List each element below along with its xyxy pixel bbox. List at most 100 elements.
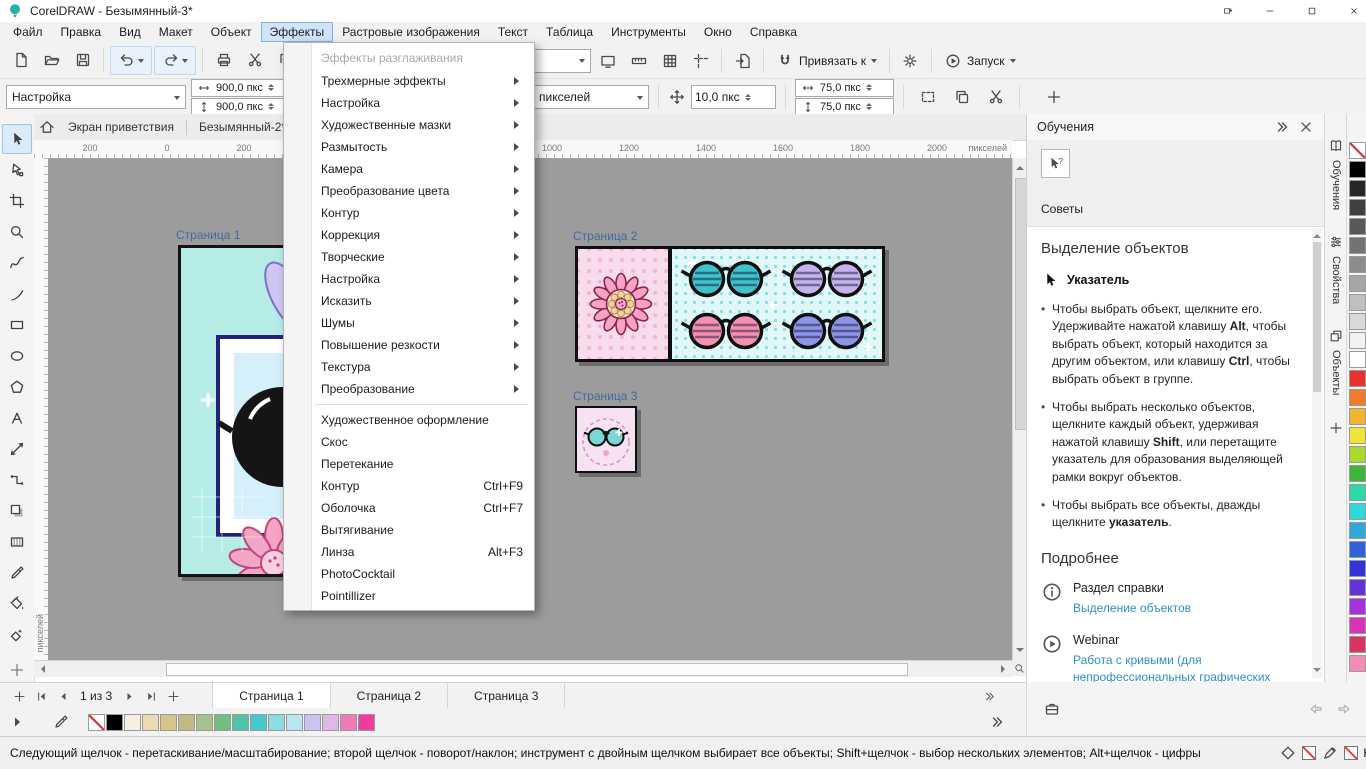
- doc-color-15[interactable]: [358, 714, 375, 731]
- palette-color-10[interactable]: [1349, 332, 1366, 349]
- fullscreen-preview-button[interactable]: [593, 46, 622, 75]
- effects-submenu-11[interactable]: Исказить: [285, 290, 533, 312]
- zoom-corner-button[interactable]: [1012, 660, 1026, 676]
- mirror-button[interactable]: [981, 83, 1010, 112]
- effects-submenu-15[interactable]: Преобразование: [285, 378, 533, 400]
- palette-color-19[interactable]: [1349, 503, 1366, 520]
- doc-color-12[interactable]: [304, 714, 321, 731]
- show-guidelines-button[interactable]: [686, 46, 715, 75]
- doc-color-1[interactable]: [106, 714, 123, 731]
- effects-submenu-13[interactable]: Повышение резкости: [285, 334, 533, 356]
- effects-command-9[interactable]: Pointillizer: [285, 585, 533, 607]
- ellipse-tool[interactable]: [2, 341, 32, 371]
- effects-submenu-6[interactable]: Преобразование цвета: [285, 180, 533, 202]
- text-tool[interactable]: [2, 403, 32, 433]
- eyedropper-tool[interactable]: [2, 558, 32, 588]
- palette-color-20[interactable]: [1349, 522, 1366, 539]
- rectangle-tool[interactable]: [2, 310, 32, 340]
- fill-indicator-icon[interactable]: [1279, 744, 1297, 762]
- home-icon[interactable]: [38, 118, 56, 136]
- menu-3[interactable]: Вид: [110, 22, 150, 42]
- page-height-field[interactable]: 900,0 пкс: [191, 98, 286, 116]
- palette-color-23[interactable]: [1349, 579, 1366, 596]
- docker-scroll-thumb[interactable]: [1313, 242, 1321, 392]
- vertical-scrollbar[interactable]: [1012, 158, 1027, 660]
- effects-submenu-2[interactable]: Настройка: [285, 92, 533, 114]
- next-page-button[interactable]: [118, 685, 140, 707]
- effects-command-6[interactable]: Вытягивание: [285, 519, 533, 541]
- add-docker-button[interactable]: [1328, 420, 1344, 436]
- doc-color-10[interactable]: [268, 714, 285, 731]
- launch-button[interactable]: Запуск: [938, 48, 1022, 74]
- transform-duplicate-button[interactable]: [947, 83, 976, 112]
- docker-tab-обучения[interactable]: Обучения: [1328, 138, 1344, 210]
- interactive-fill-tool[interactable]: [2, 589, 32, 619]
- palette-color-12[interactable]: [1349, 370, 1366, 387]
- vertical-ruler[interactable]: пикселей: [34, 158, 49, 660]
- show-grid-button[interactable]: [655, 46, 684, 75]
- hint-forward-icon[interactable]: [1335, 700, 1353, 718]
- duplicate-y-field[interactable]: 75,0 пкс: [795, 98, 894, 116]
- page-tabs-overflow-button[interactable]: [978, 685, 1000, 707]
- polygon-tool[interactable]: [2, 372, 32, 402]
- menu-5[interactable]: Объект: [202, 22, 261, 42]
- artistic-media-tool[interactable]: [2, 279, 32, 309]
- palette-color-18[interactable]: [1349, 484, 1366, 501]
- zoom-tool[interactable]: [2, 217, 32, 247]
- resource-link[interactable]: Выделение объектов: [1073, 600, 1191, 617]
- outline-indicator-icon[interactable]: [1321, 744, 1339, 762]
- page-tab-1[interactable]: Страница 1: [212, 683, 330, 708]
- effects-submenu-1[interactable]: Трехмерные эффекты: [285, 70, 533, 92]
- undo-button[interactable]: [110, 46, 152, 75]
- minimize-button[interactable]: [1252, 0, 1288, 22]
- docker-tab-объекты[interactable]: Объекты: [1328, 328, 1344, 395]
- workspace-briefcase-icon[interactable]: [1043, 700, 1061, 718]
- add-page-button[interactable]: [8, 685, 30, 707]
- page-tab-3[interactable]: Страница 3: [448, 683, 565, 708]
- palette-color-16[interactable]: [1349, 446, 1366, 463]
- palette-eyedropper-icon[interactable]: [52, 713, 70, 731]
- doc-color-8[interactable]: [232, 714, 249, 731]
- palette-color-2[interactable]: [1349, 180, 1366, 197]
- hint-back-icon[interactable]: [1307, 700, 1325, 718]
- palette-color-5[interactable]: [1349, 237, 1366, 254]
- menu-11[interactable]: Окно: [695, 22, 741, 42]
- menu-2[interactable]: Правка: [52, 22, 111, 42]
- connector-tool[interactable]: [2, 465, 32, 495]
- palette-color-24[interactable]: [1349, 598, 1366, 615]
- docker-collapse-icon[interactable]: [1273, 118, 1291, 136]
- doc-color-6[interactable]: [196, 714, 213, 731]
- palette-flyout-icon[interactable]: [8, 713, 26, 731]
- palette-color-17[interactable]: [1349, 465, 1366, 482]
- palette-color-22[interactable]: [1349, 560, 1366, 577]
- effects-submenu-5[interactable]: Камера: [285, 158, 533, 180]
- palette-color-9[interactable]: [1349, 313, 1366, 330]
- effects-command-1[interactable]: Художественное оформление: [285, 409, 533, 431]
- workspace-overlap-icon[interactable]: [1210, 0, 1246, 22]
- add-page-after-button[interactable]: [162, 685, 184, 707]
- effects-command-4[interactable]: КонтурCtrl+F9: [285, 475, 533, 497]
- duplicate-x-field[interactable]: 75,0 пкс: [795, 79, 894, 97]
- palette-color-15[interactable]: [1349, 427, 1366, 444]
- horizontal-scrollbar[interactable]: [34, 660, 1012, 677]
- palette-color-6[interactable]: [1349, 256, 1366, 273]
- first-page-button[interactable]: [30, 685, 52, 707]
- palette-color-21[interactable]: [1349, 541, 1366, 558]
- tips-cursor-button[interactable]: ?: [1041, 149, 1070, 178]
- palette-color-1[interactable]: [1349, 161, 1366, 178]
- smart-fill-tool[interactable]: [2, 620, 32, 650]
- pick-tool[interactable]: [2, 124, 32, 154]
- zoom-level-combo[interactable]: [533, 49, 591, 73]
- horizontal-scroll-thumb[interactable]: [166, 663, 908, 676]
- last-page-button[interactable]: [140, 685, 162, 707]
- effects-submenu-14[interactable]: Текстура: [285, 356, 533, 378]
- add-control-button[interactable]: [1039, 83, 1068, 112]
- open-button[interactable]: [37, 46, 66, 75]
- palette-color-3[interactable]: [1349, 199, 1366, 216]
- palette-color-13[interactable]: [1349, 389, 1366, 406]
- effects-command-5[interactable]: ОболочкаCtrl+F7: [285, 497, 533, 519]
- doc-color-5[interactable]: [178, 714, 195, 731]
- tab-document-2[interactable]: Безымянный-2*: [187, 114, 298, 140]
- freehand-tool[interactable]: [2, 248, 32, 278]
- previous-page-button[interactable]: [52, 685, 74, 707]
